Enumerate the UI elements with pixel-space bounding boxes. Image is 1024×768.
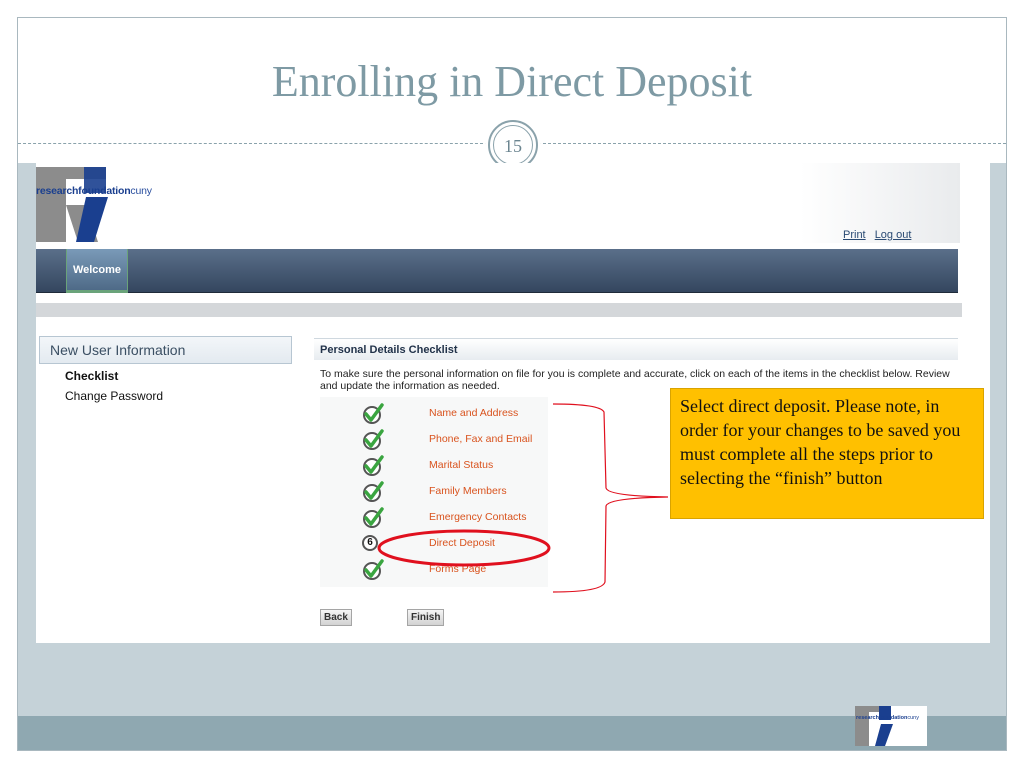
slide-title-area: Enrolling in Direct Deposit 15: [18, 18, 1006, 170]
check-icon: [363, 403, 384, 424]
check-icon: [363, 507, 384, 528]
footer-logo-text-bold: researchfoundation: [856, 715, 908, 721]
check-icon: [363, 455, 384, 476]
sidebar: New User Information Checklist Change Pa…: [36, 333, 292, 643]
print-link[interactable]: Print: [843, 229, 866, 241]
footer-logo-text: researchfoundationcuny: [856, 715, 919, 721]
checklist-item-phone-fax-email[interactable]: Phone, Fax and Email: [429, 433, 532, 445]
footer-logo: researchfoundationcuny: [855, 706, 927, 746]
instruction-callout: Select direct deposit. Please note, in o…: [670, 388, 984, 519]
checklist-item-name-address[interactable]: Name and Address: [429, 407, 518, 419]
logo-text: researchfoundationcuny: [36, 185, 152, 197]
sidebar-item-change-password[interactable]: Change Password: [65, 389, 163, 403]
check-icon: [363, 481, 384, 502]
logout-link[interactable]: Log out: [875, 229, 912, 241]
sidebar-item-checklist[interactable]: Checklist: [65, 369, 118, 383]
header-links: Print Log out: [843, 229, 917, 241]
check-icon: [363, 429, 384, 450]
subnav-bar: [36, 303, 962, 317]
checklist-item-emergency-contacts[interactable]: Emergency Contacts: [429, 511, 526, 523]
sidebar-header: New User Information: [39, 336, 292, 364]
checklist-item-marital-status[interactable]: Marital Status: [429, 459, 493, 471]
footer-logo-text-light: cuny: [907, 715, 919, 721]
logo-text-bold: researchfoundation: [36, 185, 131, 197]
research-foundation-logo-small: [855, 706, 893, 746]
title-divider-right: [538, 143, 1006, 144]
app-header: researchfoundationcuny Print Log out: [36, 163, 990, 249]
checklist: Name and Address Phone, Fax and Email Ma…: [320, 397, 548, 587]
checklist-item-family-members[interactable]: Family Members: [429, 485, 507, 497]
slide-title: Enrolling in Direct Deposit: [271, 57, 753, 106]
finish-button[interactable]: Finish: [407, 609, 445, 626]
section-title: Personal Details Checklist: [314, 338, 958, 360]
back-button[interactable]: Back: [320, 609, 352, 626]
page-number: 15: [493, 125, 533, 165]
logo-text-light: cuny: [130, 185, 152, 197]
title-divider-left: [18, 143, 488, 144]
step-number-badge: 6: [362, 535, 378, 551]
sidebar-divider: [292, 333, 312, 643]
checklist-item-forms-page[interactable]: Forms Page: [429, 563, 486, 575]
checklist-item-direct-deposit[interactable]: Direct Deposit: [429, 537, 495, 549]
research-foundation-logo: [36, 167, 108, 242]
tab-welcome[interactable]: Welcome: [66, 249, 128, 293]
nav-bar: Welcome: [36, 249, 958, 293]
check-icon: [363, 559, 384, 580]
